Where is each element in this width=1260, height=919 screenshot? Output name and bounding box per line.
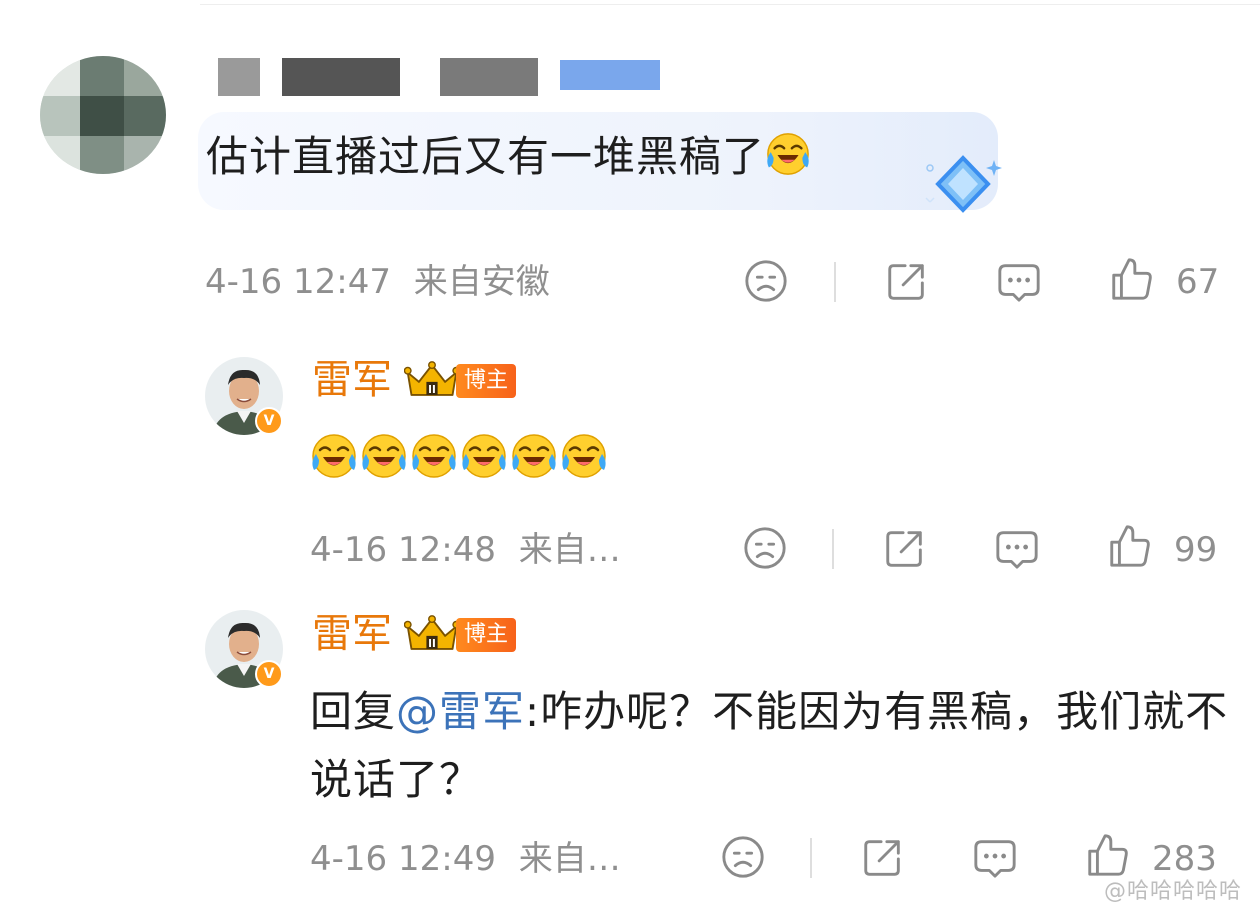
reply-prefix: 回复 [310, 687, 397, 736]
verified-badge-icon: V [255, 660, 283, 688]
crown-level-icon [404, 614, 460, 654]
watermark: @哈哈哈哈哈 [1103, 879, 1242, 904]
reply-meta: 4-16 12:49 来自… [310, 837, 621, 881]
thumbs-up-icon[interactable] [1106, 523, 1152, 569]
laughing-tears-emoji-icon [310, 432, 358, 480]
comment-text: 估计直播过后又有一堆黑稿了 [206, 128, 811, 186]
mention-link[interactable]: @雷军 [396, 687, 525, 736]
reply-text: 回复@雷军:咋办呢？不能因为有黑稿，我们就不说话了？ [310, 678, 1230, 814]
reply-location: 来自… [518, 530, 621, 570]
comment-icon[interactable] [996, 258, 1042, 304]
emoji-row [310, 432, 608, 480]
top-divider [200, 4, 1260, 5]
reply-time: 4-16 12:49 [310, 839, 496, 879]
share-icon[interactable] [882, 525, 928, 571]
reply-location: 来自… [518, 839, 621, 879]
like-count: 99 [1174, 530, 1218, 570]
comment-location: 来自安徽 [413, 262, 550, 302]
verified-badge-icon: V [255, 407, 283, 435]
author-tag-badge: 博主 [456, 618, 517, 652]
thumbs-up-icon[interactable] [1084, 832, 1130, 878]
laughing-tears-emoji-icon [510, 432, 558, 480]
laughing-tears-emoji-icon [560, 432, 608, 480]
comment-text-body: 估计直播过后又有一堆黑稿了 [206, 132, 766, 181]
sad-face-icon[interactable] [742, 525, 788, 571]
avatar[interactable] [40, 56, 166, 174]
crown-level-icon [404, 360, 460, 400]
thumbs-up-icon[interactable] [1108, 256, 1154, 302]
laughing-tears-emoji-icon [360, 432, 408, 480]
sad-face-icon[interactable] [743, 258, 789, 304]
comment-icon[interactable] [972, 834, 1018, 880]
laughing-tears-emoji-icon [765, 131, 811, 177]
share-icon[interactable] [884, 258, 930, 304]
author-name[interactable]: 雷军 [312, 356, 392, 404]
comment-time: 4-16 12:47 [205, 262, 391, 302]
like-count: 67 [1176, 262, 1220, 302]
reply-meta: 4-16 12:48 来自… [310, 528, 621, 572]
laughing-tears-emoji-icon [460, 432, 508, 480]
sad-face-icon[interactable] [720, 834, 766, 880]
reply-time: 4-16 12:48 [310, 530, 496, 570]
comment-meta: 4-16 12:47 来自安徽 [205, 260, 550, 304]
divider [810, 838, 812, 878]
author-tag-badge: 博主 [456, 364, 517, 398]
diamond-badge-icon [925, 155, 1002, 213]
author-name[interactable]: 雷军 [312, 610, 392, 658]
laughing-tears-emoji-icon [410, 432, 458, 480]
divider [832, 529, 834, 569]
comment-icon[interactable] [994, 525, 1040, 571]
divider [834, 262, 836, 302]
share-icon[interactable] [860, 834, 906, 880]
